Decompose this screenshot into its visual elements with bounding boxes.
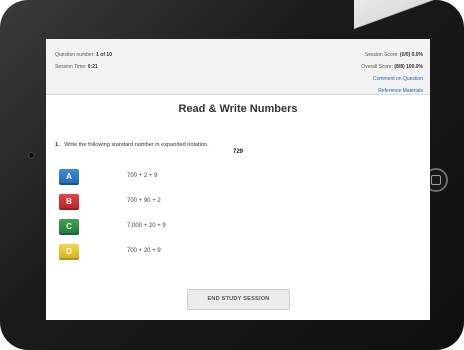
end-study-session-button[interactable]: END STUDY SESSION — [187, 289, 290, 310]
session-score: Session Score: (0/0) 0.0% — [364, 52, 423, 58]
session-info-right: Session Score: (0/0) 0.0% Overall Score:… — [361, 49, 423, 97]
answer-option-c[interactable]: C 7,000 + 20 + 9 — [59, 219, 359, 235]
session-info-bar: Question number: 1 of 10 Session Time: 0… — [46, 39, 430, 95]
answer-option-a[interactable]: A 700 + 2 + 9 — [59, 169, 359, 185]
tablet-frame: Question number: 1 of 10 Session Time: 0… — [0, 0, 464, 350]
answer-c-text: 7,000 + 20 + 9 — [127, 223, 166, 229]
reference-materials-link[interactable]: Reference Materials — [361, 85, 423, 97]
answer-a-text: 700 + 2 + 9 — [127, 173, 158, 179]
answer-d-button[interactable]: D — [59, 244, 79, 260]
page-title: Read & Write Numbers — [178, 103, 298, 115]
answer-a-button[interactable]: A — [59, 169, 79, 185]
question-prompt: 1. Write the following standard number i… — [55, 142, 209, 148]
answer-option-d[interactable]: D 700 + 20 + 9 — [59, 244, 359, 260]
session-info-left: Question number: 1 of 10 Session Time: 0… — [55, 49, 112, 73]
answer-d-text: 700 + 20 + 9 — [127, 248, 161, 254]
comment-on-question-link[interactable]: Comment on Question — [361, 73, 423, 85]
question-text: Write the following standard number in e… — [64, 142, 209, 148]
answer-option-b[interactable]: B 700 + 90 + 2 — [59, 194, 359, 210]
question-number: 1. — [55, 142, 60, 148]
answer-b-text: 700 + 90 + 2 — [127, 198, 161, 204]
answer-c-button[interactable]: C — [59, 219, 79, 235]
answer-b-button[interactable]: B — [59, 194, 79, 210]
given-number: 729 — [232, 149, 243, 155]
session-time: Session Time: 0:21 — [55, 64, 98, 70]
question-counter: Question number: 1 of 10 — [55, 52, 112, 58]
camera-icon — [28, 152, 35, 159]
quiz-screen: Question number: 1 of 10 Session Time: 0… — [46, 39, 430, 320]
overall-score: Overall Score: (8/8) 100.0% — [361, 64, 423, 70]
